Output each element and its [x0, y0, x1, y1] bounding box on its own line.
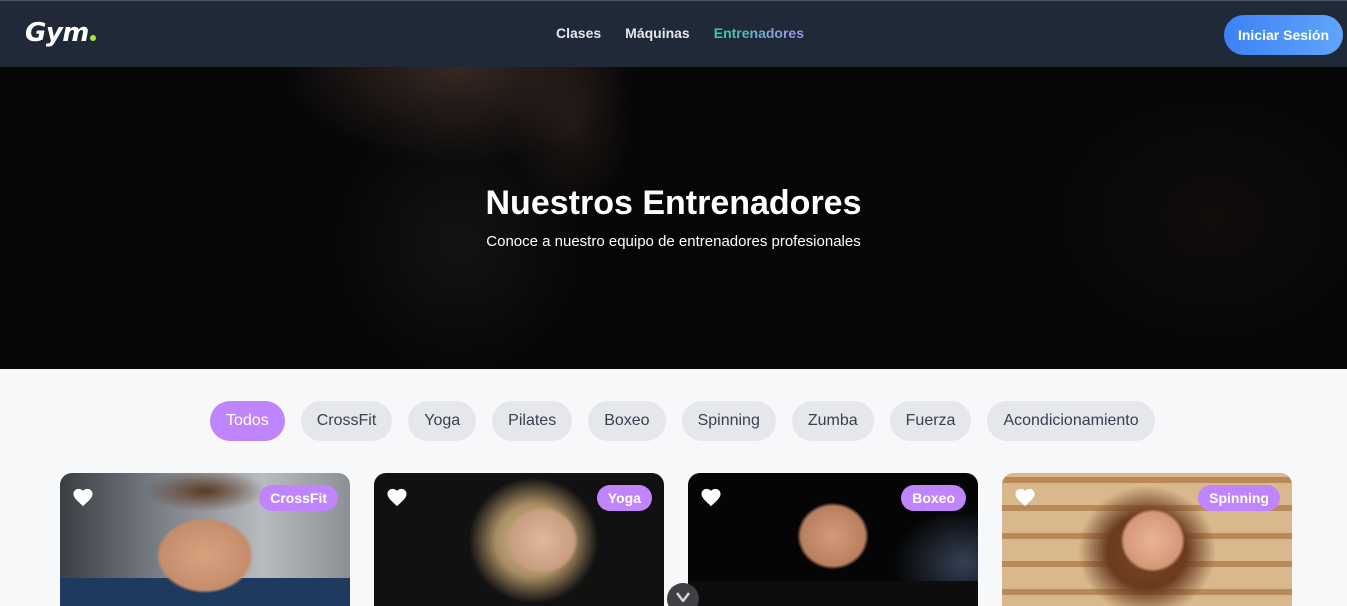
specialty-badge: Yoga [596, 485, 652, 511]
nav-links: Clases Máquinas Entrenadores [556, 25, 804, 41]
page-title: Nuestros Entrenadores [485, 184, 862, 222]
heart-icon[interactable] [72, 487, 94, 507]
logo-text: Gym [25, 18, 89, 48]
specialty-badge: CrossFit [259, 485, 338, 511]
trainer-card[interactable]: Yoga [374, 473, 664, 606]
trainer-card[interactable]: Boxeo [688, 473, 978, 606]
trainer-card[interactable]: Spinning [1002, 473, 1292, 606]
filter-chip-pilates[interactable]: Pilates [492, 401, 573, 441]
filter-chip-spinning[interactable]: Spinning [681, 401, 776, 441]
heart-icon[interactable] [1014, 487, 1036, 507]
filter-chip-acondicionamiento[interactable]: Acondicionamiento [987, 401, 1155, 441]
navbar: Gym Clases Máquinas Entrenadores Iniciar… [0, 0, 1347, 67]
chevron-down-icon [676, 592, 690, 602]
filter-chip-yoga[interactable]: Yoga [408, 401, 477, 441]
hero-banner: Nuestros Entrenadores Conoce a nuestro e… [0, 67, 1347, 369]
logo-dot [89, 35, 96, 41]
filter-chip-fuerza[interactable]: Fuerza [889, 401, 972, 441]
specialty-badge: Spinning [1198, 485, 1280, 511]
heart-icon[interactable] [700, 487, 722, 507]
filter-chip-zumba[interactable]: Zumba [791, 401, 874, 441]
logo[interactable]: Gym [25, 18, 96, 48]
trainer-card[interactable]: CrossFit [60, 473, 350, 606]
nav-link-entrenadores[interactable]: Entrenadores [714, 25, 804, 41]
specialty-filters: Todos CrossFit Yoga Pilates Boxeo Spinni… [210, 401, 1155, 441]
filter-chip-crossfit[interactable]: CrossFit [300, 401, 393, 441]
login-button[interactable]: Iniciar Sesión [1224, 15, 1343, 55]
filter-chip-todos[interactable]: Todos [210, 401, 285, 441]
nav-link-maquinas[interactable]: Máquinas [625, 25, 690, 41]
nav-link-clases[interactable]: Clases [556, 25, 601, 41]
heart-icon[interactable] [386, 487, 408, 507]
filter-chip-boxeo[interactable]: Boxeo [588, 401, 666, 441]
page-subtitle: Conoce a nuestro equipo de entrenadores … [486, 233, 861, 250]
specialty-badge: Boxeo [901, 485, 966, 511]
